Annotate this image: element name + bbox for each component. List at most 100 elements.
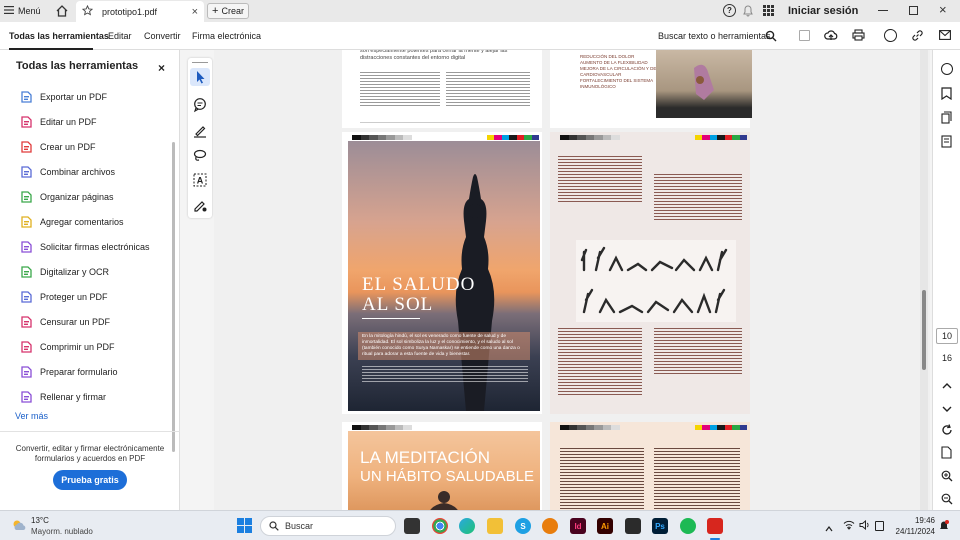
tool-item-label: Solicitar firmas electrónicas bbox=[40, 242, 150, 252]
current-page-box[interactable]: 10 bbox=[936, 328, 958, 344]
photoshop-icon[interactable]: Ps bbox=[652, 518, 668, 534]
windows-start-icon[interactable] bbox=[237, 518, 252, 533]
pages-icon[interactable] bbox=[941, 111, 952, 124]
acrobat-icon[interactable] bbox=[707, 518, 723, 534]
ai-assistant-icon[interactable] bbox=[884, 29, 897, 42]
text-tool-icon[interactable]: A bbox=[192, 172, 208, 188]
task-view-icon[interactable] bbox=[404, 518, 420, 534]
clock-time[interactable]: 19:46 bbox=[905, 516, 935, 525]
page-footer bbox=[360, 122, 530, 123]
star-icon[interactable] bbox=[81, 4, 94, 18]
minimize-icon[interactable] bbox=[878, 10, 888, 11]
page-down-icon[interactable] bbox=[942, 403, 952, 412]
weather-temperature: 13°C bbox=[31, 516, 49, 525]
tab-edit[interactable]: Editar bbox=[108, 31, 132, 41]
search-icon[interactable] bbox=[765, 30, 777, 42]
tool-item-7[interactable]: Digitalizar y OCR bbox=[20, 263, 109, 281]
tab-all-tools[interactable]: Todas las herramientas bbox=[9, 31, 109, 41]
app-icon[interactable] bbox=[625, 518, 641, 534]
print-icon[interactable] bbox=[852, 29, 865, 41]
text-column-right bbox=[446, 70, 530, 108]
chrome-icon[interactable] bbox=[432, 518, 448, 534]
tool-item-10[interactable]: Comprimir un PDF bbox=[20, 338, 115, 356]
draw-tool-icon[interactable] bbox=[192, 147, 208, 163]
free-trial-button[interactable]: Prueba gratis bbox=[53, 470, 127, 490]
volume-icon[interactable] bbox=[859, 519, 871, 531]
spotify-icon[interactable] bbox=[680, 518, 696, 534]
tool-item-9[interactable]: Censurar un PDF bbox=[20, 313, 110, 331]
tool-item-11[interactable]: Preparar formulario bbox=[20, 363, 118, 381]
page-up-icon[interactable] bbox=[942, 380, 952, 389]
zoom-out-icon[interactable] bbox=[941, 493, 953, 505]
edge-icon[interactable] bbox=[459, 518, 475, 534]
close-tab-icon[interactable]: × bbox=[192, 6, 198, 18]
save-icon[interactable] bbox=[799, 30, 810, 41]
close-window-icon[interactable]: × bbox=[939, 2, 947, 17]
document-scrollbar-thumb[interactable] bbox=[922, 290, 926, 370]
panel-scrollbar[interactable] bbox=[172, 142, 175, 452]
wifi-icon[interactable] bbox=[843, 520, 855, 530]
rail-grip bbox=[192, 62, 208, 63]
tool-item-label: Editar un PDF bbox=[40, 117, 97, 127]
document-viewport[interactable]: son especialmente potentes para cerrar l… bbox=[214, 50, 930, 510]
see-more-link[interactable]: Ver más bbox=[15, 411, 48, 421]
notifications-icon[interactable] bbox=[939, 520, 949, 532]
tool-item-1[interactable]: Editar un PDF bbox=[20, 113, 97, 131]
menu-button[interactable]: Menú bbox=[4, 3, 41, 19]
tool-item-4[interactable]: Organizar páginas bbox=[20, 188, 114, 206]
document-scrollbar-track[interactable] bbox=[920, 50, 928, 510]
tab-esign[interactable]: Firma electrónica bbox=[192, 31, 261, 41]
tool-item-5[interactable]: Agregar comentarios bbox=[20, 213, 124, 231]
highlight-tool-icon[interactable] bbox=[192, 122, 208, 138]
sign-in-button[interactable]: Iniciar sesión bbox=[788, 5, 858, 17]
create-pdf-icon bbox=[20, 141, 32, 153]
hamburger-icon bbox=[4, 6, 14, 16]
search-tools-label[interactable]: Buscar texto o herramientas bbox=[658, 31, 771, 41]
illustrator-icon[interactable]: Ai bbox=[597, 518, 613, 534]
zoom-in-icon[interactable] bbox=[941, 470, 953, 482]
color-calibration-bar bbox=[695, 425, 747, 430]
weather-icon[interactable] bbox=[11, 518, 27, 532]
refresh-icon[interactable] bbox=[941, 424, 953, 436]
clock-date[interactable]: 24/11/2024 bbox=[892, 527, 935, 536]
bookmarks-icon[interactable] bbox=[941, 87, 952, 101]
tab-convert[interactable]: Convertir bbox=[144, 31, 181, 41]
saludo-title-1: EL SALUDO bbox=[362, 274, 476, 295]
email-icon[interactable] bbox=[939, 30, 951, 40]
all-tools-panel: Todas las herramientas × Exportar un PDF… bbox=[0, 50, 180, 510]
tool-item-3[interactable]: Combinar archivos bbox=[20, 163, 115, 181]
apps-grid-icon[interactable] bbox=[763, 5, 774, 16]
page-thumbnail-icon[interactable] bbox=[941, 446, 952, 459]
tool-item-8[interactable]: Proteger un PDF bbox=[20, 288, 108, 306]
bell-icon[interactable] bbox=[742, 4, 754, 17]
fill-sign-tool-icon[interactable] bbox=[192, 197, 208, 213]
skype-icon[interactable]: S bbox=[515, 518, 531, 534]
upload-cloud-icon[interactable] bbox=[824, 29, 838, 42]
help-icon[interactable]: ? bbox=[723, 4, 736, 17]
battery-icon[interactable] bbox=[875, 521, 884, 531]
color-calibration-bar bbox=[560, 135, 621, 140]
create-button[interactable]: + Crear bbox=[207, 3, 249, 19]
taskbar-search[interactable]: Buscar bbox=[260, 516, 396, 536]
tool-item-2[interactable]: Crear un PDF bbox=[20, 138, 96, 156]
tool-item-0[interactable]: Exportar un PDF bbox=[20, 88, 107, 106]
tab-document[interactable]: prototipo1.pdf × bbox=[76, 1, 204, 22]
tray-chevron-icon[interactable] bbox=[825, 523, 833, 532]
attachments-icon[interactable] bbox=[941, 135, 953, 148]
ai-chat-icon[interactable] bbox=[941, 63, 953, 75]
page-saludo-al-sol: EL SALUDO AL SOL En la mitología hindú, … bbox=[342, 132, 542, 414]
blender-icon[interactable] bbox=[542, 518, 558, 534]
link-icon[interactable] bbox=[911, 29, 924, 42]
select-tool-icon[interactable] bbox=[190, 68, 210, 86]
tool-item-12[interactable]: Rellenar y firmar bbox=[20, 388, 106, 406]
tool-item-6[interactable]: Solicitar firmas electrónicas bbox=[20, 238, 150, 256]
comment-tool-icon[interactable] bbox=[192, 97, 208, 113]
panel-divider bbox=[0, 431, 180, 432]
file-explorer-icon[interactable] bbox=[487, 518, 503, 534]
sun-salutation-sequence-image bbox=[576, 240, 736, 322]
restore-icon[interactable] bbox=[909, 6, 918, 15]
close-panel-icon[interactable]: × bbox=[158, 61, 165, 75]
total-pages: 16 bbox=[941, 353, 952, 363]
indesign-icon[interactable]: Id bbox=[570, 518, 586, 534]
home-icon[interactable] bbox=[55, 4, 69, 18]
